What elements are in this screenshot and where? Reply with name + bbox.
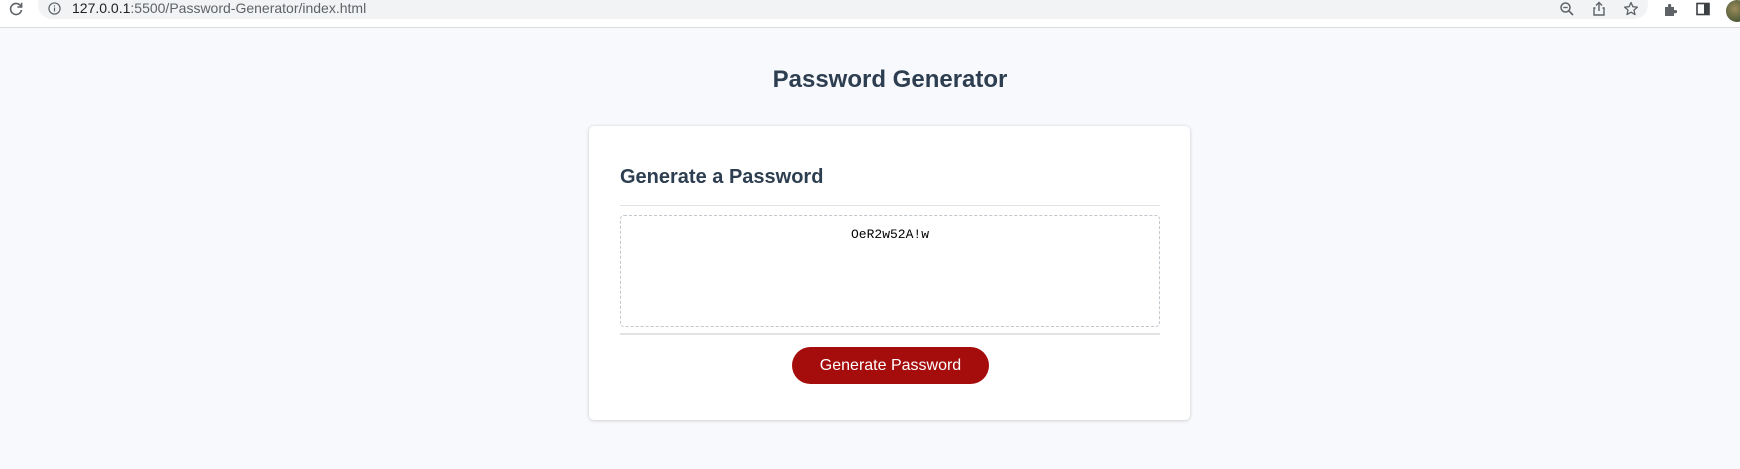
extensions-icon[interactable] [1663, 1, 1679, 17]
password-output[interactable]: OeR2w52A!w [620, 215, 1160, 327]
page-title: Password Generator [772, 66, 1008, 93]
card-header-divider [620, 205, 1160, 206]
card-title: Generate a Password [620, 166, 824, 188]
reload-icon[interactable] [8, 1, 24, 17]
profile-avatar[interactable] [1726, 0, 1740, 22]
address-bar[interactable]: 127.0.0.1:5500/Password-Generator/index.… [38, 0, 1648, 19]
password-text: OeR2w52A!w [850, 227, 929, 242]
url-host: 127.0.0.1 [72, 0, 131, 16]
password-card: Generate a Password OeR2w52A!w Generate … [589, 126, 1190, 420]
side-panel-icon[interactable] [1695, 1, 1711, 17]
site-info-icon[interactable] [48, 2, 61, 15]
address-url[interactable]: 127.0.0.1:5500/Password-Generator/index.… [72, 0, 366, 16]
generate-password-button[interactable]: Generate Password [792, 347, 989, 384]
zoom-icon[interactable] [1559, 1, 1575, 17]
bookmark-star-icon[interactable] [1623, 1, 1639, 17]
url-path: :5500/Password-Generator/index.html [130, 0, 367, 16]
card-footer-divider [620, 333, 1160, 335]
browser-toolbar: 127.0.0.1:5500/Password-Generator/index.… [0, 0, 1740, 28]
share-icon[interactable] [1591, 1, 1607, 17]
